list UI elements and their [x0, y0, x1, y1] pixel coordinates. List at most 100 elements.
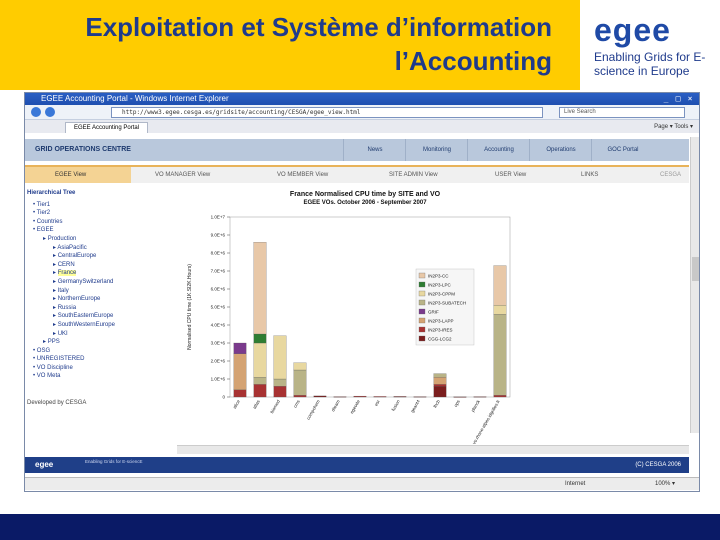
bar-segment: [273, 386, 287, 398]
window-controls: _ □ ×: [659, 94, 695, 104]
bar-segment: [453, 396, 467, 398]
tab-egee-view[interactable]: EGEE View: [25, 167, 131, 183]
legend-swatch: [418, 299, 426, 306]
legend-swatch: [418, 335, 426, 342]
tab-links[interactable]: LINKS: [581, 167, 598, 183]
legend-label: IN2P3-CPPM: [428, 291, 455, 296]
legend-label: GRIF: [428, 309, 439, 314]
hierarchical-tree: Hierarchical Tree • Tier1 • Tier2 • Countr…: [27, 189, 187, 408]
tree-node[interactable]: • VO Discipline: [27, 364, 187, 373]
tree-node[interactable]: ▸ SouthEasternEurope: [27, 312, 187, 321]
tree-node[interactable]: • UNREGISTERED: [27, 355, 187, 364]
goc-header: GRID OPERATIONS CENTRE News Monitoring A…: [25, 139, 689, 161]
footer-copyright: (C) CESGA 2006: [635, 462, 681, 468]
bar-segment: [273, 378, 287, 387]
cpu-time-chart: France Normalised CPU time by SITE and V…: [180, 187, 542, 449]
browser-window: EGEE Accounting Portal - Windows Interne…: [24, 92, 700, 492]
back-button[interactable]: [31, 107, 41, 117]
egee-logo-word: egee: [594, 12, 671, 48]
chart-subtitle: EGEE VOs. October 2006 - September 2007: [303, 200, 427, 206]
minimize-icon[interactable]: _: [661, 94, 671, 104]
url-input[interactable]: http://www3.egee.cesga.es/gridsite/accou…: [111, 107, 543, 118]
bar-segment: [493, 395, 507, 398]
y-tick-label: 2.0E+6: [211, 359, 226, 364]
nav-news[interactable]: News: [343, 139, 406, 161]
bar-segment: [233, 389, 247, 398]
bar-segment: [373, 396, 387, 398]
tree-node[interactable]: ▸ Russia: [27, 304, 187, 313]
bar-segment: [313, 395, 327, 398]
tab-user-view[interactable]: USER View: [495, 167, 526, 183]
bar-segment: [253, 333, 267, 344]
tree-node[interactable]: ▸ SouthWesternEurope: [27, 321, 187, 330]
nav-accounting[interactable]: Accounting: [467, 139, 530, 161]
status-bar: Internet 100% ▾: [25, 477, 699, 490]
close-icon[interactable]: ×: [685, 94, 695, 104]
status-zone: Internet: [565, 481, 586, 487]
tree-node[interactable]: ▸ UKI: [27, 330, 187, 339]
tree-node[interactable]: ▸ PPS: [27, 338, 187, 347]
bar-segment: [493, 314, 507, 396]
bar-segment: [413, 396, 427, 398]
legend-label: IN2P3-IRES: [428, 327, 453, 332]
maximize-icon[interactable]: □: [673, 94, 683, 104]
view-tabs: EGEE View VO MANAGER View VO MEMBER View…: [25, 165, 689, 183]
tree-node[interactable]: ▸ GermanySwitzerland: [27, 278, 187, 287]
vertical-scrollbar[interactable]: [690, 137, 699, 433]
tree-node[interactable]: ▸ CentralEurope: [27, 252, 187, 261]
goc-title: GRID OPERATIONS CENTRE: [35, 146, 131, 153]
tree-node[interactable]: • EGEE: [27, 226, 187, 235]
y-tick-label: 4.0E+6: [211, 323, 226, 328]
address-bar: http://www3.egee.cesga.es/gridsite/accou…: [25, 105, 699, 120]
portal-page: GRID OPERATIONS CENTRE News Monitoring A…: [25, 133, 699, 491]
portal-footer: egee Enabling Grids for E-sciencE (C) CE…: [25, 457, 689, 473]
y-tick-label: 8.0E+6: [211, 251, 226, 256]
tab-vo-manager-view[interactable]: VO MANAGER View: [155, 167, 210, 183]
horizontal-scrollbar[interactable]: [177, 445, 689, 454]
scroll-thumb[interactable]: [692, 257, 699, 281]
legend-swatch: [418, 317, 426, 324]
tree-node[interactable]: ▸ Italy: [27, 287, 187, 296]
legend-box: [415, 268, 475, 346]
nav-operations[interactable]: Operations: [529, 139, 592, 161]
nav-monitoring[interactable]: Monitoring: [405, 139, 468, 161]
bar-segment: [473, 396, 487, 398]
bar-segment: [293, 362, 307, 371]
tab-site-admin-view[interactable]: SITE ADMIN View: [389, 167, 438, 183]
bar-segment: [293, 369, 307, 396]
nav-goc-portal[interactable]: GOC Portal: [591, 139, 654, 161]
tree-node[interactable]: • VO Meta: [27, 372, 187, 381]
y-tick-label: 1.0E+6: [211, 377, 226, 382]
bar-segment: [393, 396, 407, 398]
tree-node[interactable]: • Tier1: [27, 201, 187, 210]
zoom-level[interactable]: 100% ▾: [655, 478, 675, 490]
tree-node[interactable]: ▸ France: [27, 269, 187, 278]
bar-segment: [253, 242, 267, 335]
tree-node[interactable]: • OSG: [27, 347, 187, 356]
tree-node[interactable]: ▸ Production: [27, 235, 187, 244]
y-tick-label: 7.0E+6: [211, 269, 226, 274]
tools-menu[interactable]: Page ▾ Tools ▾: [654, 120, 693, 134]
bar-segment: [493, 305, 507, 315]
legend-label: CGG-LCG2: [428, 336, 452, 341]
slide-title: Exploitation et Système d’information l’…: [32, 10, 552, 78]
forward-button[interactable]: [45, 107, 55, 117]
developed-by: Developed by CESGA: [27, 400, 87, 407]
legend-swatch: [418, 281, 426, 288]
tab-vo-member-view[interactable]: VO MEMBER View: [277, 167, 328, 183]
tree-heading: Hierarchical Tree: [27, 190, 76, 196]
search-input[interactable]: Live Search: [559, 107, 685, 118]
cesga-logo: CESGA: [659, 172, 681, 178]
bar-segment: [333, 396, 347, 398]
slide-title-line1: Exploitation et Système d’information: [85, 12, 552, 42]
tree-node[interactable]: ▸ AsiaPacific: [27, 244, 187, 253]
legend-swatch: [418, 290, 426, 297]
tree-node[interactable]: ▸ NorthernEurope: [27, 295, 187, 304]
tree-node[interactable]: • Countries: [27, 218, 187, 227]
bar-segment: [253, 342, 267, 378]
legend-label: IN2P3-CC: [428, 273, 449, 278]
legend-swatch: [418, 308, 426, 315]
bar-segment: [253, 384, 267, 398]
tree-node[interactable]: ▸ CERN: [27, 261, 187, 270]
tree-node[interactable]: • Tier2: [27, 209, 187, 218]
